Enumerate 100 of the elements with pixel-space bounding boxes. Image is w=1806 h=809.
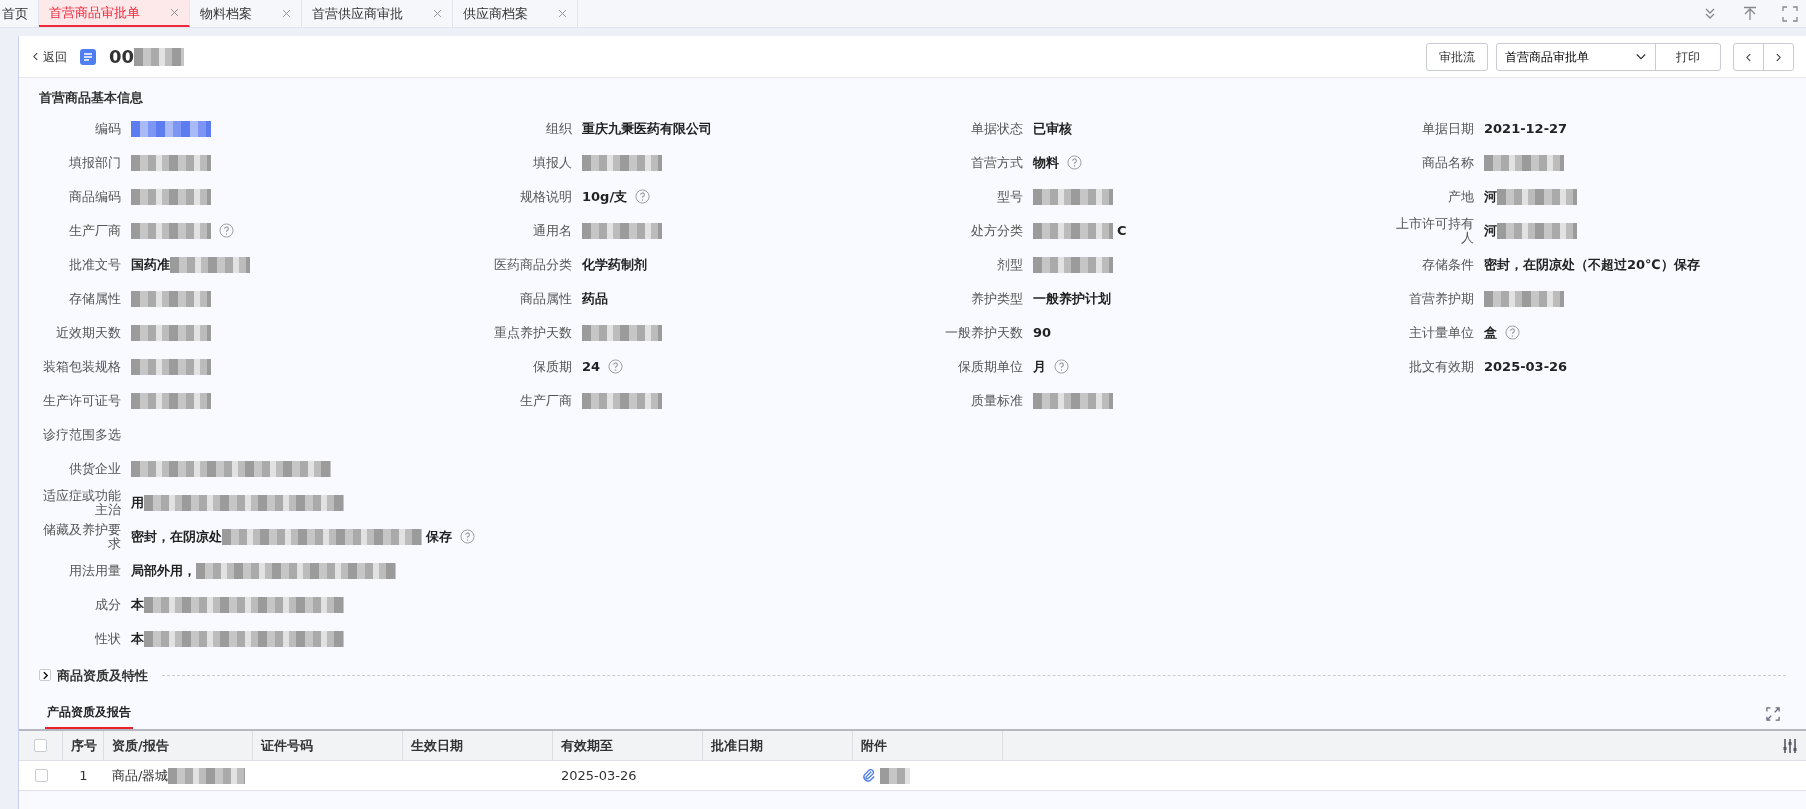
field-value: 盒 — [1484, 323, 1497, 342]
table-cell-text: 2025-03-26 — [561, 766, 637, 785]
field-value: 已审核 — [1033, 119, 1072, 138]
field-value: 局部外用， — [131, 561, 196, 580]
tab[interactable]: 首营供应商审批 — [302, 0, 453, 27]
field-value: 化学药制剂 — [582, 255, 647, 274]
field-label: 生产厂商 — [68, 223, 121, 238]
field-value: 用 — [131, 493, 144, 512]
field-label: 保质期单位 — [957, 359, 1023, 374]
field-label: 主计量单位 — [1408, 325, 1474, 340]
field-label: 成分 — [94, 597, 121, 612]
field-value: 本 — [131, 595, 144, 614]
field-label: 质量标准 — [970, 393, 1023, 408]
field-label: 储藏及养护要求 — [42, 522, 121, 551]
field-label: 首营方式 — [970, 155, 1023, 170]
template-select[interactable]: 首营商品审批单 — [1496, 42, 1656, 71]
field-label: 用法用量 — [68, 563, 121, 578]
column-header: 生效日期 — [403, 731, 553, 760]
print-button[interactable]: 打印 — [1655, 42, 1721, 71]
field-label: 批准文号 — [68, 257, 121, 272]
field-label: 商品属性 — [519, 291, 572, 306]
field-label: 组织 — [545, 121, 572, 136]
fullscreen-icon[interactable] — [1782, 5, 1798, 22]
field-label: 适应症或功能主治 — [42, 488, 121, 517]
help-icon — [1054, 359, 1069, 374]
field-value: 密封，在阴凉处（不超过20℃）保存 — [1484, 255, 1700, 274]
field-value: 2025-03-26 — [1484, 357, 1568, 376]
field-label: 一般养护天数 — [944, 325, 1023, 340]
field-label: 生产许可证号 — [42, 393, 121, 408]
table-cell-text: 商品/器城 — [112, 766, 169, 785]
column-header: 有效期至 — [553, 731, 703, 760]
column-header: 证件号码 — [253, 731, 403, 760]
close-icon[interactable] — [433, 9, 442, 18]
field-label: 剂型 — [996, 257, 1023, 272]
field-value: 90 — [1033, 323, 1052, 342]
help-icon — [608, 359, 624, 374]
field-label: 装箱包装规格 — [42, 359, 121, 374]
field-value: 10g/支 — [582, 187, 628, 206]
field-label: 存储属性 — [68, 291, 121, 306]
close-icon[interactable] — [558, 9, 567, 18]
checkbox[interactable] — [34, 739, 47, 752]
column-settings-icon[interactable] — [1782, 737, 1798, 754]
field-label: 商品名称 — [1421, 155, 1474, 170]
help-icon — [635, 189, 651, 204]
field-label: 生产厂商 — [519, 393, 572, 408]
help-icon — [219, 223, 234, 238]
tab[interactable]: 供应商档案 — [453, 0, 578, 27]
field-value: 24 — [582, 357, 601, 376]
back-button[interactable]: 返回 — [31, 47, 67, 66]
section-title: 商品资质及特性 — [57, 666, 148, 685]
field-label: 诊疗范围多选 — [42, 427, 121, 442]
field-label: 性状 — [94, 631, 121, 646]
field-label: 近效期天数 — [55, 325, 121, 340]
field-label: 通用名 — [532, 223, 572, 238]
chevron-right-icon — [40, 670, 50, 680]
field-value: 国药准 — [131, 255, 170, 274]
close-icon[interactable] — [282, 9, 291, 18]
checkbox[interactable] — [34, 769, 48, 782]
field-value: 河 — [1484, 187, 1497, 206]
field-label: 型号 — [996, 189, 1023, 204]
field-label: 上市许可持有人 — [1395, 216, 1474, 245]
field-value: 密封，在阴凉处 — [131, 527, 222, 546]
tab[interactable]: 首营商品审批单 — [39, 0, 190, 27]
column-header: 批准日期 — [703, 731, 853, 760]
field-label: 首营养护期 — [1408, 291, 1474, 306]
tab[interactable]: 物料档案 — [190, 0, 302, 27]
next-button[interactable] — [1763, 42, 1794, 71]
field-label: 填报人 — [532, 155, 572, 170]
approval-flow-button[interactable]: 审批流 — [1426, 42, 1488, 71]
field-label: 商品编码 — [68, 189, 121, 204]
field-label: 编码 — [94, 121, 121, 136]
chevron-left-icon — [1744, 52, 1753, 62]
field-value: C — [1117, 221, 1127, 240]
field-value: 一般养护计划 — [1033, 289, 1111, 308]
help-icon — [1067, 155, 1082, 170]
field-value: 重庆九秉医药有限公司 — [582, 119, 712, 138]
chevron-right-icon — [1774, 52, 1783, 62]
field-label: 单据日期 — [1421, 121, 1474, 136]
field-label: 填报部门 — [68, 155, 121, 170]
close-icon[interactable] — [170, 8, 179, 17]
column-header: 附件 — [853, 731, 1003, 760]
expand-icon[interactable] — [1766, 707, 1780, 721]
field-label: 规格说明 — [519, 189, 572, 204]
upload-icon[interactable] — [1742, 5, 1758, 22]
field-value: 物料 — [1033, 153, 1059, 172]
field-value: 保存 — [426, 527, 452, 546]
field-label: 单据状态 — [970, 121, 1023, 136]
column-header: 序号 — [63, 731, 104, 760]
previous-button[interactable] — [1733, 42, 1764, 71]
field-label: 供货企业 — [68, 461, 121, 476]
column-header: 资质/报告 — [104, 731, 253, 760]
field-label: 批文有效期 — [1408, 359, 1474, 374]
field-value: 本 — [131, 629, 144, 648]
field-value: 月 — [1033, 357, 1046, 376]
expand-toggle[interactable] — [39, 669, 51, 682]
section-title: 首营商品基本信息 — [38, 89, 144, 107]
field-label: 处方分类 — [970, 223, 1023, 238]
field-value: 药品 — [582, 289, 608, 308]
record-code: 00 — [109, 45, 135, 69]
table-cell-text: 1 — [79, 766, 88, 785]
